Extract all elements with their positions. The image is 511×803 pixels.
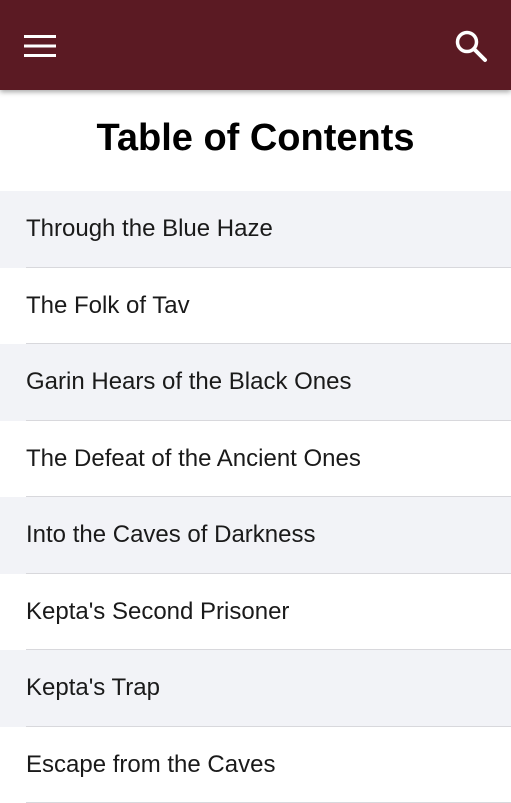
app-bar: [0, 0, 511, 90]
toc-item[interactable]: Garin Hears of the Black Ones: [0, 344, 511, 421]
toc-item[interactable]: Into the Caves of Darkness: [0, 497, 511, 574]
toc-item[interactable]: Kepta's Trap: [0, 650, 511, 727]
search-icon: [454, 29, 488, 63]
toc-item[interactable]: Kepta's Second Prisoner: [0, 574, 511, 651]
toc-item[interactable]: The Defeat of the Ancient Ones: [0, 421, 511, 498]
menu-button[interactable]: [16, 22, 64, 70]
toc-item[interactable]: Through the Blue Haze: [0, 191, 511, 268]
toc-item[interactable]: Escape from the Caves: [0, 727, 511, 803]
table-of-contents-list: Through the Blue Haze The Folk of Tav Ga…: [0, 191, 511, 803]
page-title: Table of Contents: [0, 92, 511, 184]
toc-item[interactable]: The Folk of Tav: [0, 268, 511, 345]
hamburger-menu-icon: [23, 33, 57, 59]
search-button[interactable]: [447, 22, 495, 70]
